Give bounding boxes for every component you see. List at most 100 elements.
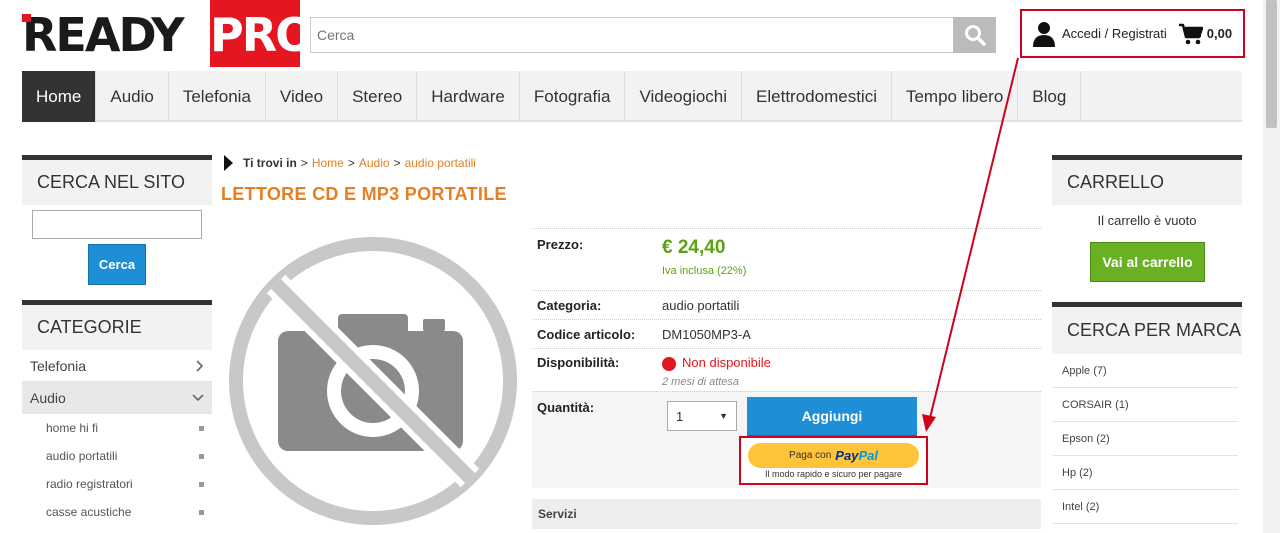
logo-text-pro: PRO xyxy=(210,0,314,67)
unavailable-status-icon xyxy=(662,356,676,371)
cart-empty-text: Il carrello è vuoto xyxy=(1097,213,1197,228)
brand-title: CERCA PER MARCA xyxy=(1052,302,1242,354)
breadcrumb-audio-portatili[interactable]: audio portatili xyxy=(405,156,476,170)
subcategory-radio-registratori[interactable]: radio registratori xyxy=(22,470,212,498)
wait-time: 2 mesi di attesa xyxy=(662,375,740,388)
breadcrumb-arrow-icon xyxy=(224,155,233,171)
nav-item-videogiochi[interactable]: Videogiochi xyxy=(625,71,743,122)
paypal-prefix: Paga con xyxy=(789,450,832,461)
category-label: Telefonia xyxy=(30,357,87,374)
breadcrumb-home[interactable]: Home xyxy=(312,156,344,170)
product-title: LETTORE CD E MP3 PORTATILE xyxy=(221,184,507,204)
quantity-select[interactable]: 1 ▼ xyxy=(667,401,737,431)
sidebar-categories: CATEGORIE Telefonia Audio home hi fi aud… xyxy=(22,300,212,526)
paypal-button[interactable]: Paga con PayPal xyxy=(748,443,919,468)
services-tab[interactable]: Servizi xyxy=(532,499,1041,529)
logo-text-ready: READY xyxy=(22,8,185,62)
search-icon xyxy=(964,25,986,46)
search-button[interactable] xyxy=(953,17,996,53)
breadcrumb-audio[interactable]: Audio xyxy=(359,156,390,170)
cart-icon[interactable] xyxy=(1178,23,1203,45)
quantity-label: Quantità: xyxy=(537,400,595,415)
nav-item-fotografia[interactable]: Fotografia xyxy=(520,71,626,122)
brand-item[interactable]: Hp (2) xyxy=(1052,456,1238,490)
nav-item-home[interactable]: Home xyxy=(22,71,97,122)
brand-item[interactable]: Epson (2) xyxy=(1052,422,1238,456)
breadcrumb-separator: > xyxy=(393,156,401,170)
breadcrumb-separator: > xyxy=(300,156,308,170)
logo-red-mark xyxy=(22,14,31,22)
paypal-brand-b: Pal xyxy=(858,448,878,463)
product-price: € 24,40 xyxy=(662,237,726,258)
nav-item-tempo-libero[interactable]: Tempo libero xyxy=(892,71,1019,122)
availability-label: Disponibilità: xyxy=(537,355,620,370)
code-row: Codice articolo: DM1050MP3-A xyxy=(532,319,1041,348)
breadcrumb: Ti trovi in > Home > Audio > audio porta… xyxy=(224,155,476,171)
login-register-link[interactable]: Accedi / Registrati xyxy=(1062,26,1167,41)
page-scrollbar-thumb[interactable] xyxy=(1266,0,1277,128)
categories-title: CATEGORIE xyxy=(22,300,212,350)
chevron-right-icon xyxy=(196,359,204,372)
nav-item-stereo[interactable]: Stereo xyxy=(338,71,418,122)
sidebar-search-box: CERCA NEL SITO Cerca xyxy=(22,155,212,285)
sidebar-search-title: CERCA NEL SITO xyxy=(22,155,212,205)
availability-value: Non disponibile xyxy=(682,355,771,370)
vat-note: Iva inclusa (22%) xyxy=(662,265,747,277)
account-cart-highlight: Accedi / Registrati 0,00 xyxy=(1020,9,1245,58)
price-row: Prezzo: € 24,40 Iva inclusa (22%) xyxy=(532,228,1041,290)
subcategory-audio-portatili[interactable]: audio portatili xyxy=(22,442,212,470)
quantity-value: 1 xyxy=(676,408,684,424)
bullet-square-icon xyxy=(199,481,204,487)
nav-item-video[interactable]: Video xyxy=(266,71,339,122)
breadcrumb-prefix: Ti trovi in xyxy=(243,156,297,170)
add-to-cart-button[interactable]: Aggiungi xyxy=(747,397,917,438)
category-audio[interactable]: Audio xyxy=(22,382,212,414)
product-details: Prezzo: € 24,40 Iva inclusa (22%) Catego… xyxy=(532,228,1041,391)
brand-item[interactable]: CORSAIR (1) xyxy=(1052,388,1238,422)
category-label: Audio xyxy=(30,389,66,406)
category-row: Categoria: audio portatili xyxy=(532,290,1041,319)
search-input[interactable] xyxy=(310,17,954,53)
subcategory-label: audio portatili xyxy=(46,449,118,463)
cart-total[interactable]: 0,00 xyxy=(1207,26,1232,41)
sidebar-brand-box: CERCA PER MARCA Apple (7) CORSAIR (1) Ep… xyxy=(1052,302,1242,524)
subcategory-label: casse acustiche xyxy=(46,505,132,519)
subcategory-label: home hi fi xyxy=(46,421,99,435)
header-search xyxy=(310,17,996,53)
code-label: Codice articolo: xyxy=(537,326,636,342)
nav-item-audio[interactable]: Audio xyxy=(96,71,169,122)
price-label: Prezzo: xyxy=(537,237,584,252)
nav-item-telefonia[interactable]: Telefonia xyxy=(169,71,266,122)
brand-item[interactable]: Intel (2) xyxy=(1052,490,1238,524)
paypal-highlight: Paga con PayPal Il modo rapido e sicuro … xyxy=(739,436,928,485)
cart-title: CARRELLO xyxy=(1052,155,1242,205)
subcategory-home-hi-fi[interactable]: home hi fi xyxy=(22,414,212,442)
breadcrumb-separator: > xyxy=(347,156,355,170)
site-logo[interactable]: READY PRO xyxy=(22,0,314,67)
go-to-cart-button[interactable]: Vai al carrello xyxy=(1090,242,1205,282)
bullet-square-icon xyxy=(199,509,204,515)
code-value: DM1050MP3-A xyxy=(662,326,751,342)
sidebar-search-input[interactable] xyxy=(32,210,202,239)
user-icon xyxy=(1033,21,1055,47)
category-telefonia[interactable]: Telefonia xyxy=(22,350,212,382)
no-photo-icon xyxy=(229,237,517,525)
subcategory-label: radio registratori xyxy=(46,477,133,491)
sidebar-cart-box: CARRELLO Il carrello è vuoto Vai al carr… xyxy=(1052,155,1242,282)
main-nav: Home Audio Telefonia Video Stereo Hardwa… xyxy=(22,71,1242,122)
chevron-down-icon xyxy=(192,393,204,401)
nav-item-hardware[interactable]: Hardware xyxy=(417,71,520,122)
sidebar-search-button[interactable]: Cerca xyxy=(88,244,146,285)
caret-down-icon: ▼ xyxy=(719,411,728,421)
brand-item[interactable]: Apple (7) xyxy=(1052,354,1238,388)
subcategory-casse-acustiche[interactable]: casse acustiche xyxy=(22,498,212,526)
nav-item-elettrodomestici[interactable]: Elettrodomestici xyxy=(742,71,892,122)
nav-item-blog[interactable]: Blog xyxy=(1018,71,1082,122)
paypal-tagline: Il modo rapido e sicuro per pagare xyxy=(764,469,903,479)
availability-row: Disponibilità: Non disponibile 2 mesi di… xyxy=(532,348,1041,391)
category-label: Categoria: xyxy=(537,297,602,313)
bullet-square-icon xyxy=(199,425,204,431)
paypal-brand-a: Pay xyxy=(835,448,859,463)
paypal-logo-icon: PayPal xyxy=(835,448,878,463)
category-value: audio portatili xyxy=(662,297,740,313)
